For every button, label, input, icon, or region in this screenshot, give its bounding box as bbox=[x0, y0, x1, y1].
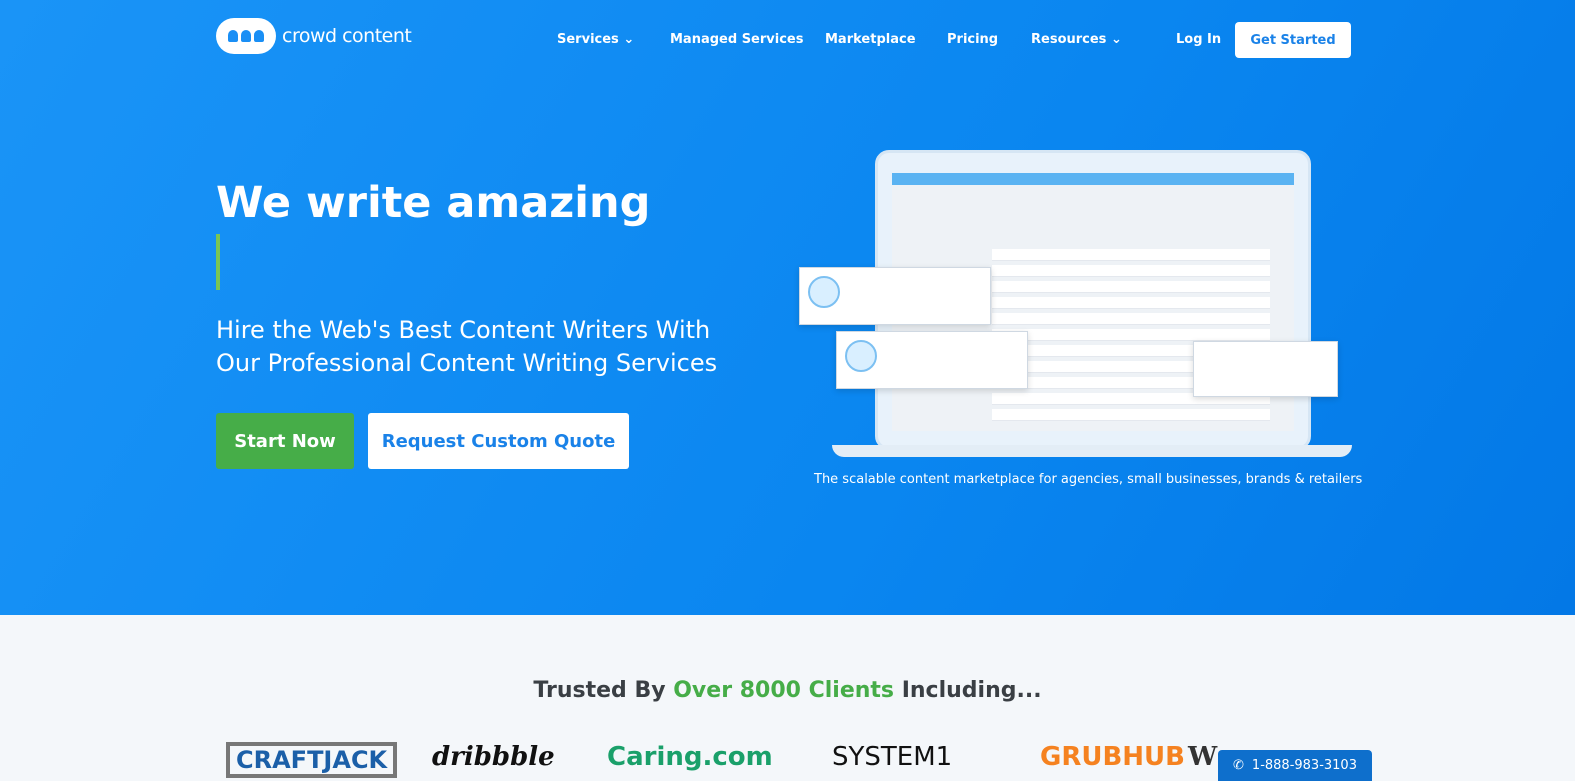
client-logo-grubhub: GRUBHUB bbox=[1040, 742, 1185, 772]
writer-card bbox=[836, 331, 1028, 389]
cloud-logo-icon bbox=[216, 18, 276, 54]
nav-pricing[interactable]: Pricing bbox=[947, 32, 998, 47]
client-logo-caring: Caring.com bbox=[607, 742, 773, 772]
writer-card bbox=[799, 267, 991, 325]
typing-cursor bbox=[216, 234, 220, 290]
hero-section: crowd content Services ⌄ Managed Service… bbox=[0, 0, 1575, 615]
chevron-down-icon: ⌄ bbox=[623, 32, 635, 47]
writer-avatar-icon bbox=[845, 340, 877, 372]
laptop-base bbox=[832, 445, 1352, 457]
nav-services[interactable]: Services ⌄ bbox=[557, 32, 634, 47]
writer-avatar-icon bbox=[808, 276, 840, 308]
logo[interactable]: crowd content bbox=[216, 18, 412, 54]
phone-button[interactable]: ✆ 1-888-983-3103 bbox=[1218, 750, 1372, 781]
request-quote-button[interactable]: Request Custom Quote bbox=[368, 413, 629, 469]
chevron-down-icon: ⌄ bbox=[1110, 32, 1122, 47]
client-logo-craftjack: CRAFTJACK bbox=[226, 742, 398, 778]
hero-subtitle: Hire the Web's Best Content Writers With… bbox=[216, 316, 718, 377]
client-logo-dribbble: dribbble bbox=[432, 742, 555, 772]
nav-resources[interactable]: Resources ⌄ bbox=[1031, 32, 1122, 47]
hero-title: We write amazing bbox=[216, 178, 651, 228]
illustration-caption: The scalable content marketplace for age… bbox=[814, 472, 1363, 487]
order-card bbox=[1193, 341, 1338, 397]
get-started-button[interactable]: Get Started bbox=[1235, 22, 1351, 58]
start-now-button[interactable]: Start Now bbox=[216, 413, 354, 469]
client-logo-system1: SYSTEM1 bbox=[832, 742, 953, 772]
client-logo-w: W bbox=[1188, 742, 1218, 772]
phone-icon: ✆ bbox=[1233, 758, 1244, 773]
nav-managed-services[interactable]: Managed Services bbox=[670, 32, 803, 47]
login-link[interactable]: Log In bbox=[1176, 32, 1221, 47]
brand-name: crowd content bbox=[282, 25, 412, 47]
trusted-heading: Trusted By Over 8000 Clients Including..… bbox=[533, 678, 1042, 703]
nav-marketplace[interactable]: Marketplace bbox=[825, 32, 916, 47]
